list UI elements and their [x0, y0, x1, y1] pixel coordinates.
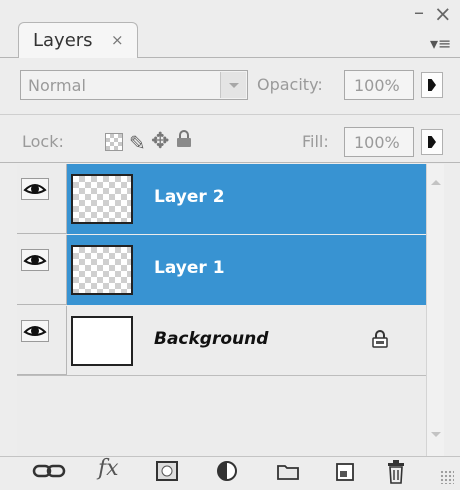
opacity-label: Opacity:	[257, 75, 323, 94]
adjustment-layer-icon[interactable]	[215, 459, 241, 485]
fill-label: Fill:	[302, 132, 329, 151]
layer-name[interactable]: Background	[154, 329, 268, 349]
visibility-cell[interactable]	[17, 235, 67, 305]
lock-all-icon[interactable]	[176, 130, 192, 152]
layer-thumbnail[interactable]	[71, 245, 133, 295]
fx-icon[interactable]: fx	[98, 456, 119, 482]
minimize-button[interactable]: –	[414, 0, 424, 24]
link-layers-icon[interactable]	[32, 459, 66, 485]
tab-close-icon[interactable]: ×	[111, 31, 124, 49]
new-layer-icon[interactable]	[334, 459, 356, 485]
close-panel-button[interactable]: ×	[434, 2, 452, 26]
layers-list: Layer 2 Layer 1 Background	[17, 164, 426, 456]
eye-icon[interactable]	[21, 320, 49, 342]
layer-row-layer-1[interactable]: Layer 1	[17, 235, 426, 305]
layer-name[interactable]: Layer 2	[154, 187, 225, 207]
tab-gap	[19, 57, 137, 58]
scroll-down-icon[interactable]	[431, 432, 441, 437]
divider	[0, 162, 460, 163]
divider	[0, 114, 460, 115]
scroll-up-icon[interactable]	[431, 180, 441, 185]
fill-field[interactable]: 100%	[344, 127, 414, 157]
eye-icon[interactable]	[21, 249, 49, 271]
layer-name[interactable]: Layer 1	[154, 258, 225, 278]
layer-row-layer-2[interactable]: Layer 2	[17, 164, 426, 234]
layer-thumbnail[interactable]	[71, 174, 133, 224]
fill-slider-button[interactable]	[421, 129, 443, 155]
layer-row-background[interactable]: Background	[17, 306, 426, 376]
opacity-slider-button[interactable]	[421, 72, 443, 98]
tab-layers-label: Layers	[33, 30, 93, 51]
lock-transparency-icon[interactable]	[105, 133, 123, 151]
trash-icon[interactable]	[385, 459, 407, 485]
lock-label: Lock:	[22, 132, 64, 151]
blend-mode-select[interactable]: Normal	[20, 70, 248, 100]
lock-position-icon[interactable]: ✥	[151, 129, 169, 154]
opacity-value: 100%	[354, 76, 400, 95]
chevron-down-icon[interactable]	[220, 72, 246, 98]
lock-icon	[372, 330, 388, 352]
layers-panel: – × Layers × ▾≡ Normal Opacity: 100% Loc…	[0, 0, 460, 490]
fill-value: 100%	[354, 133, 400, 152]
lock-image-pixels-icon[interactable]: ✎	[129, 131, 146, 155]
panel-menu-icon[interactable]: ▾≡	[430, 34, 451, 53]
tab-layers[interactable]: Layers ×	[18, 22, 138, 58]
visibility-cell[interactable]	[17, 306, 67, 375]
eye-icon[interactable]	[21, 178, 49, 200]
blend-mode-value: Normal	[28, 76, 86, 95]
new-group-icon[interactable]	[276, 459, 300, 485]
opacity-field[interactable]: 100%	[344, 70, 414, 100]
resize-grip-icon[interactable]	[440, 470, 454, 484]
divider	[0, 456, 460, 457]
layer-mask-icon[interactable]	[155, 459, 179, 485]
visibility-cell[interactable]	[17, 164, 67, 234]
vertical-scrollbar[interactable]	[426, 164, 444, 456]
layer-thumbnail[interactable]	[71, 316, 133, 366]
